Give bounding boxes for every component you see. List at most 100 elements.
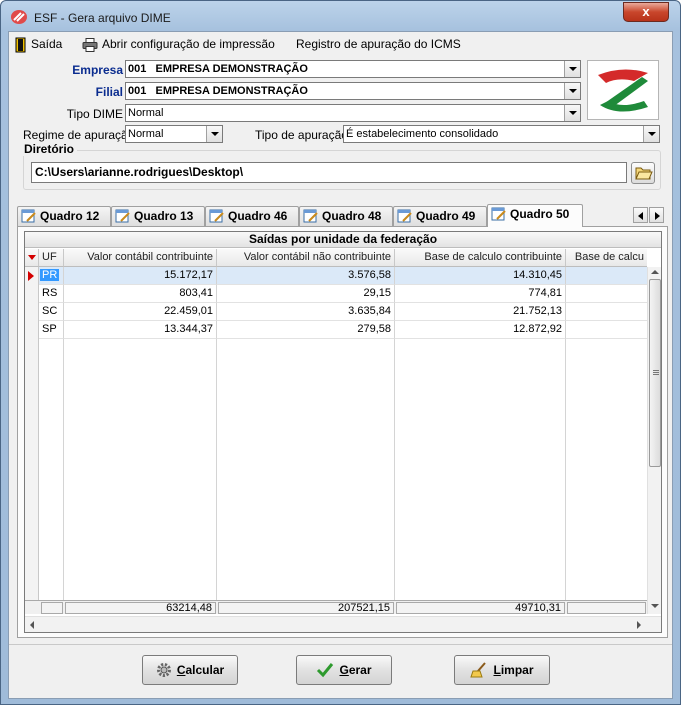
exit-door-icon xyxy=(15,37,26,53)
chevron-down-icon[interactable] xyxy=(564,61,580,77)
data-grid[interactable]: Saídas por unidade da federação UF Valor… xyxy=(24,231,662,633)
total-base-calculo-contribuinte: 49710,31 xyxy=(396,602,565,614)
tab-quadro-12-label: Quadro 12 xyxy=(40,209,100,223)
valor-contabil-nao-contribuinte-cell[interactable]: 29,15 xyxy=(217,285,395,303)
column-header-valor-contabil-nao-contribuinte[interactable]: Valor contábil não contribuinte xyxy=(217,249,395,267)
totals-row: 63214,48 207521,15 49710,31 xyxy=(25,600,647,614)
horizontal-scrollbar[interactable] xyxy=(25,616,661,632)
tab-quadro-13-label: Quadro 13 xyxy=(134,209,194,223)
tab-scroll-arrows xyxy=(633,207,665,223)
base-calculo-contribuinte-cell[interactable]: 21.752,13 xyxy=(395,303,566,321)
app-window: ESF - Gera arquivo DIME x Saída Abrir co… xyxy=(0,0,681,705)
total-uf-cell xyxy=(41,602,63,614)
valor-contabil-contribuinte-cell[interactable]: 22.459,01 xyxy=(64,303,217,321)
tipo-dime-value: Normal xyxy=(128,107,164,119)
tab-quadro-48-label: Quadro 48 xyxy=(322,209,382,223)
grip-line xyxy=(653,370,659,371)
tab-quadro-49-label: Quadro 49 xyxy=(416,209,476,223)
form-edit-icon xyxy=(303,209,318,223)
chevron-down-icon[interactable] xyxy=(206,126,222,142)
tab-quadro-50[interactable]: Quadro 50 xyxy=(487,204,583,227)
valor-contabil-contribuinte-cell[interactable]: 803,41 xyxy=(64,285,217,303)
valor-contabil-nao-contribuinte-cell[interactable]: 3.635,84 xyxy=(217,303,395,321)
base-calculo-extra-cell[interactable] xyxy=(566,267,647,285)
menu-icms-register[interactable]: Registro de apuração do ICMS xyxy=(296,35,461,53)
uf-cell[interactable]: SP xyxy=(39,321,64,339)
total-valor-contabil-nao-contribuinte: 207521,15 xyxy=(218,602,394,614)
base-calculo-extra-cell[interactable] xyxy=(566,303,647,321)
tab-quadro-48[interactable]: Quadro 48 xyxy=(299,206,393,226)
chevron-down-icon[interactable] xyxy=(564,105,580,121)
base-calculo-extra-cell[interactable] xyxy=(566,321,647,339)
scroll-right-icon[interactable] xyxy=(637,621,641,629)
menu-exit[interactable]: Saída xyxy=(15,35,62,53)
company-logo xyxy=(587,60,659,120)
scroll-up-icon[interactable] xyxy=(651,270,659,274)
menu-icms-register-label: Registro de apuração do ICMS xyxy=(296,37,461,51)
tab-scroll-left-button[interactable] xyxy=(633,207,648,223)
tab-page-quadro-50: Saídas por unidade da federação UF Valor… xyxy=(17,226,668,638)
empresa-code: 001 xyxy=(128,63,147,75)
grid-title: Saídas por unidade da federação xyxy=(25,232,661,248)
total-valor-contabil-contribuinte: 63214,48 xyxy=(65,602,216,614)
valor-contabil-contribuinte-cell[interactable]: 13.344,37 xyxy=(64,321,217,339)
tab-quadro-12[interactable]: Quadro 12 xyxy=(17,206,111,226)
scroll-down-icon[interactable] xyxy=(651,604,659,608)
app-logo-icon xyxy=(11,10,27,24)
browse-folder-button[interactable] xyxy=(631,162,655,184)
base-calculo-contribuinte-cell[interactable]: 774,81 xyxy=(395,285,566,303)
row-indicator-header xyxy=(25,249,39,267)
valor-contabil-nao-contribuinte-cell[interactable]: 279,58 xyxy=(217,321,395,339)
column-header-uf[interactable]: UF xyxy=(39,249,64,267)
close-icon: x xyxy=(642,4,650,19)
valor-contabil-contribuinte-cell[interactable]: 15.172,17 xyxy=(64,267,217,285)
gerar-button[interactable]: Gerar xyxy=(296,655,392,685)
filial-select[interactable]: 001 EMPRESA DEMONSTRAÇÃO xyxy=(125,82,581,100)
uf-cell[interactable]: PR xyxy=(39,267,64,285)
filial-name: EMPRESA DEMONSTRAÇÃO xyxy=(155,85,308,97)
gerar-button-mnemonic: G xyxy=(339,663,349,677)
scroll-left-icon[interactable] xyxy=(30,621,34,629)
base-calculo-extra-cell[interactable] xyxy=(566,285,647,303)
uf-cell[interactable]: RS xyxy=(39,285,64,303)
tipo-apuracao-label: Tipo de apuração xyxy=(255,128,348,142)
vertical-scrollbar[interactable] xyxy=(647,267,661,614)
action-bar: Calcular Gerar Limpar xyxy=(9,644,672,698)
calcular-button[interactable]: Calcular xyxy=(142,655,238,685)
base-calculo-contribuinte-cell[interactable]: 12.872,92 xyxy=(395,321,566,339)
tab-quadro-50-label: Quadro 50 xyxy=(510,207,570,221)
regime-select[interactable]: Normal xyxy=(125,125,223,143)
calcular-button-label: alcular xyxy=(185,663,225,677)
form-edit-icon xyxy=(21,209,36,223)
empresa-select[interactable]: 001 EMPRESA DEMONSTRAÇÃO xyxy=(125,60,581,78)
filial-label: Filial xyxy=(95,85,123,99)
chevron-down-icon[interactable] xyxy=(564,83,580,99)
folder-open-icon xyxy=(635,167,653,180)
column-header-base-calculo-extra[interactable]: Base de calcu xyxy=(566,249,647,267)
tipo-dime-select[interactable]: Normal xyxy=(125,104,581,122)
tab-scroll-right-button[interactable] xyxy=(649,207,664,223)
tipo-apuracao-select[interactable]: É estabelecimento consolidado xyxy=(343,125,660,143)
menu-print-config[interactable]: Abrir configuração de impressão xyxy=(82,35,275,53)
column-header-base-calculo-contribuinte[interactable]: Base de calculo contribuinte xyxy=(395,249,566,267)
column-header-valor-contabil-contribuinte[interactable]: Valor contábil contribuinte xyxy=(64,249,217,267)
tab-quadro-13[interactable]: Quadro 13 xyxy=(111,206,205,226)
checkmark-icon xyxy=(317,662,334,678)
tab-quadro-49[interactable]: Quadro 49 xyxy=(393,206,487,226)
limpar-button[interactable]: Limpar xyxy=(454,655,550,685)
filial-code: 001 xyxy=(128,85,147,97)
grip-line xyxy=(653,374,659,375)
base-calculo-contribuinte-cell[interactable]: 14.310,45 xyxy=(395,267,566,285)
gerar-button-label: erar xyxy=(348,663,372,677)
directory-group-title: Diretório xyxy=(21,142,78,156)
close-button[interactable]: x xyxy=(623,2,669,22)
chevron-down-icon[interactable] xyxy=(643,126,659,142)
tab-quadro-46[interactable]: Quadro 46 xyxy=(205,206,299,226)
empresa-name: EMPRESA DEMONSTRAÇÃO xyxy=(155,63,308,75)
vertical-scroll-thumb[interactable] xyxy=(649,279,661,467)
directory-input[interactable]: C:\Users\arianne.rodrigues\Desktop\ xyxy=(31,162,627,183)
uf-cell[interactable]: SC xyxy=(39,303,64,321)
title-bar[interactable]: ESF - Gera arquivo DIME x xyxy=(1,1,680,32)
form-edit-icon xyxy=(115,209,130,223)
valor-contabil-nao-contribuinte-cell[interactable]: 3.576,58 xyxy=(217,267,395,285)
